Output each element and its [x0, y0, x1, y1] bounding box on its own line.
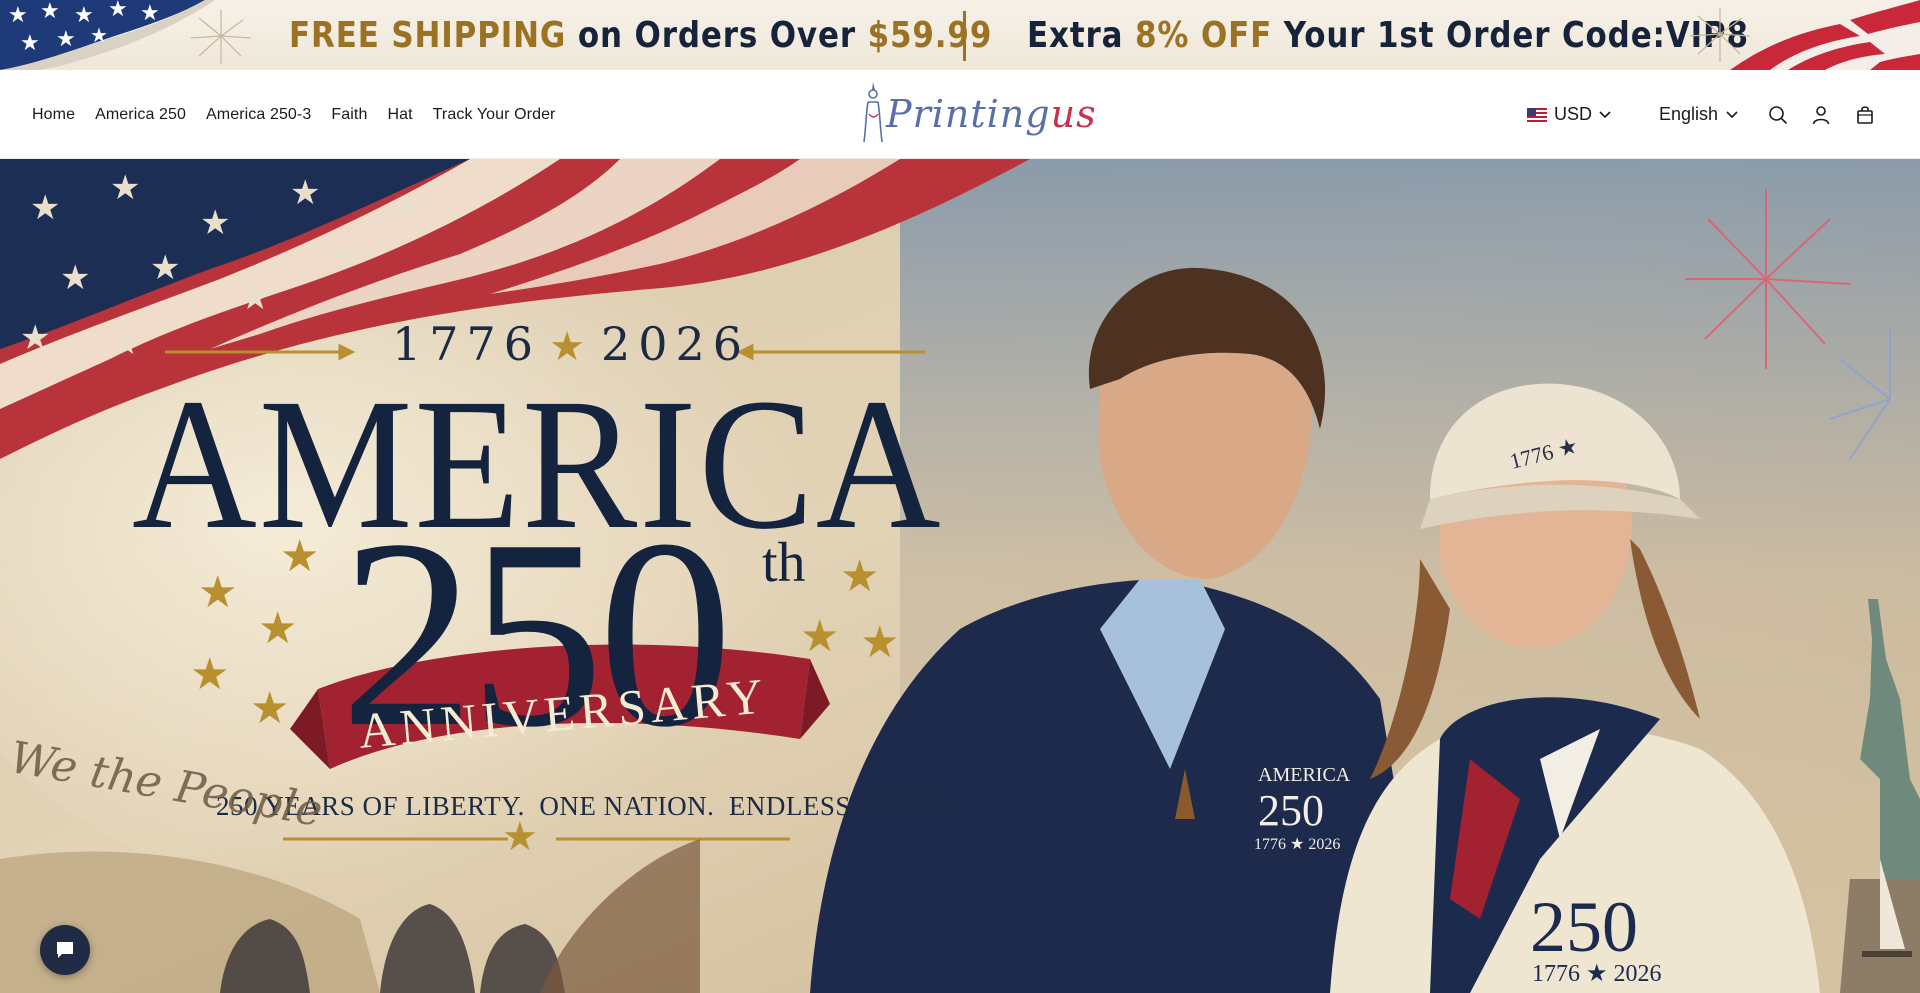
us-flag-icon — [1527, 107, 1547, 122]
star-icon: ★ — [860, 618, 900, 667]
star-icon: ★ — [198, 568, 238, 617]
flag-corner-left-icon: ★ ★ ★ ★ ★ ★ ★ ★ — [0, 0, 215, 70]
discount-code-message: Extra 8% OFF Your 1st Order Code:VIP8 — [1027, 0, 1749, 70]
promo-text: Extra — [1027, 14, 1136, 56]
logo-wordmark: Printingus — [886, 92, 1097, 136]
svg-text:250: 250 — [1530, 887, 1638, 967]
logo-text-primary: Printing — [886, 92, 1051, 136]
search-button[interactable] — [1765, 102, 1791, 128]
star-icon: ★ — [190, 650, 230, 699]
main-navigation: Home America 250 America 250-3 Faith Hat… — [32, 70, 576, 159]
hero-headline-group: 1776 ★ 2026 AMERICA ★ ★ ★ ★ ★ ★ ★ ★ 250 th… — [0, 159, 960, 993]
star-icon: ★ — [840, 552, 880, 601]
currency-selector[interactable]: USD — [1527, 70, 1611, 159]
chat-icon — [57, 942, 73, 958]
hero-tagline: 250 YEARS OF LIBERTY. ONE NATION. ENDLES… — [216, 791, 952, 821]
svg-text:★: ★ — [90, 23, 108, 47]
star-icon: ★ — [258, 604, 298, 653]
svg-text:250: 250 — [1258, 786, 1324, 835]
hero-ordinal: th — [762, 532, 806, 594]
site-header: Home America 250 America 250-3 Faith Hat… — [0, 70, 1920, 159]
svg-text:1776 ★ 2026: 1776 ★ 2026 — [1254, 836, 1340, 853]
site-logo[interactable]: Printingus — [858, 78, 1096, 152]
chevron-down-icon — [1726, 110, 1738, 118]
nav-item-home[interactable]: Home — [32, 106, 75, 124]
nav-item-america-250-3[interactable]: America 250-3 — [206, 106, 311, 124]
flag-corner-right-icon — [1730, 0, 1920, 70]
user-icon — [1812, 106, 1830, 125]
currency-code: USD — [1554, 104, 1593, 124]
chat-button[interactable] — [40, 925, 90, 975]
firework-icon — [190, 10, 252, 64]
promo-highlight: FREE SHIPPING — [289, 14, 567, 56]
nav-item-faith[interactable]: Faith — [331, 106, 367, 124]
svg-text:★: ★ — [108, 0, 128, 22]
svg-text:★: ★ — [20, 31, 40, 56]
svg-text:★: ★ — [140, 1, 160, 26]
cart-button[interactable] — [1852, 102, 1878, 128]
promo-text: on Orders Over — [566, 14, 868, 56]
announcement-bar: ★ ★ ★ ★ ★ ★ ★ ★ FREE SHIPPING on Orders … — [0, 0, 1920, 70]
account-button[interactable] — [1808, 102, 1834, 128]
nav-item-track-order[interactable]: Track Your Order — [433, 106, 556, 124]
star-icon: ★ — [800, 612, 840, 661]
patch-left-text-1: AMERICA — [1258, 764, 1351, 786]
nav-item-hat[interactable]: Hat — [387, 106, 412, 124]
promo-divider — [963, 11, 966, 61]
promo-highlight: 8% OFF — [1135, 14, 1273, 56]
statue-logo-icon — [863, 82, 883, 143]
hero-banner[interactable]: ★ ★ ★ ★ ★ ★ ★ ★ ★ ★ ★ AMERICA 250 1776 ★… — [0, 159, 1920, 993]
svg-text:★: ★ — [8, 3, 28, 28]
language-selector[interactable]: English — [1659, 70, 1738, 159]
star-icon: ★ — [502, 815, 538, 859]
free-shipping-message: FREE SHIPPING on Orders Over $59.99 — [289, 0, 992, 70]
cart-icon — [1857, 106, 1873, 124]
chevron-down-icon — [1599, 110, 1611, 118]
language-label: English — [1659, 104, 1719, 124]
we-the-people-script: We the People — [5, 731, 327, 838]
promo-text: Your 1st Order Code:VIP8 — [1272, 14, 1749, 56]
logo-text-accent: us — [1050, 92, 1097, 136]
search-icon — [1769, 106, 1788, 125]
svg-text:★: ★ — [56, 27, 76, 52]
star-icon: ★ — [250, 684, 290, 733]
svg-text:1776 ★ 2026: 1776 ★ 2026 — [1532, 961, 1662, 987]
star-icon: ★ — [280, 532, 320, 581]
svg-text:★: ★ — [40, 0, 60, 24]
promo-highlight: $59.99 — [867, 14, 993, 56]
nav-item-america-250[interactable]: America 250 — [95, 106, 186, 124]
